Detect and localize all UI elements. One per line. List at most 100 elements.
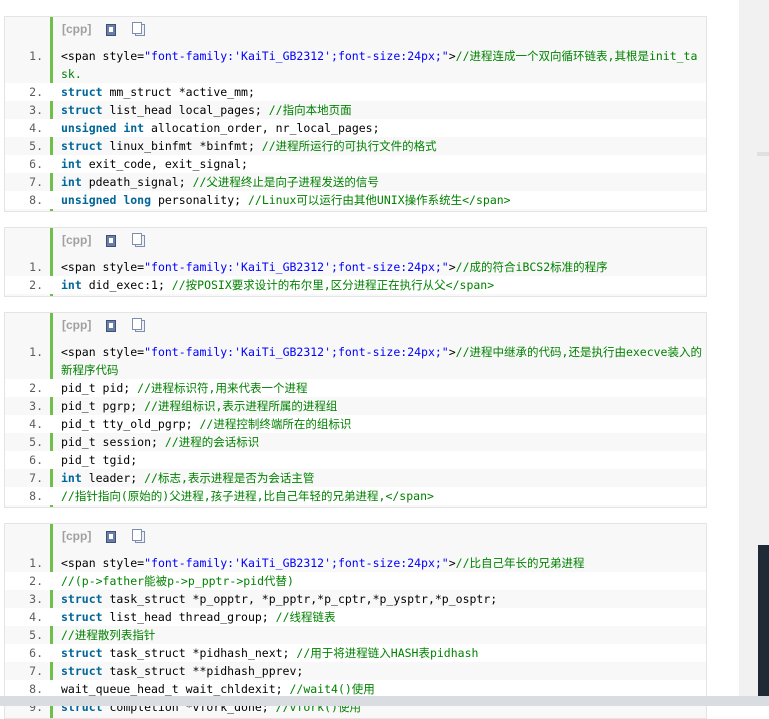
line-number: 5. <box>29 435 43 449</box>
line-number: 4. <box>29 417 43 431</box>
code-lines: 1. <span style="font-family:'KaiTi_GB2312… <box>5 341 706 507</box>
code-line: 3. pid_t pgrp; //进程组标识,表示进程所属的进程组 <box>5 397 706 415</box>
code-line: 8. //指针指向(原始的)父进程,孩子进程,比自己年轻的兄弟进程,</span> <box>5 487 706 505</box>
code-block-2: [cpp] 1. <span style="font-family:'KaiTi_… <box>4 227 707 297</box>
code-line: 4. pid_t tty_old_pgrp; //进程控制终端所在的组标识 <box>5 415 706 433</box>
code-text: <span style="font-family:'KaiTi_GB2312';… <box>61 260 608 274</box>
line-number: 4. <box>29 121 43 135</box>
line-number: 4. <box>29 610 43 624</box>
copy-icon[interactable] <box>132 318 145 332</box>
code-toolbar: [cpp] <box>5 17 706 45</box>
code-text: unsigned int allocation_order, nr_local_… <box>61 121 380 135</box>
code-line: 1. <span style="font-family:'KaiTi_GB2312… <box>5 258 706 276</box>
code-text: int leader; //标志,表示进程是否为会话主管 <box>61 471 315 485</box>
code-text: //(p->father能被p->p_pptr->pid代替) <box>61 574 294 588</box>
line-number: 2. <box>29 85 43 99</box>
line-number: 5. <box>29 139 43 153</box>
line-number: 6. <box>29 646 43 660</box>
code-text: struct task_struct *p_opptr, *p_pptr,*p_… <box>61 592 498 606</box>
right-sidebar <box>739 0 769 706</box>
code-block-3: [cpp] 1. <span style="font-family:'KaiTi_… <box>4 312 707 508</box>
copy-icon[interactable] <box>132 22 145 36</box>
code-text: pid_t pid; //进程标识符,用来代表一个进程 <box>61 381 308 395</box>
line-number: 3. <box>29 399 43 413</box>
line-number: 8. <box>29 489 43 503</box>
line-number: 7. <box>29 175 43 189</box>
code-line: 3. struct task_struct *p_opptr, *p_pptr,*… <box>5 590 706 608</box>
line-number: 3. <box>29 592 43 606</box>
line-number: 1. <box>29 49 43 63</box>
code-line: 6. int exit_code, exit_signal; <box>5 155 706 173</box>
line-number: 3. <box>29 103 43 117</box>
line-number: 7. <box>29 471 43 485</box>
code-text: struct linux_binfmt *binfmt; //进程所运行的可执行… <box>61 139 437 153</box>
code-text: int pdeath_signal; //父进程终止是向子进程发送的信号 <box>61 175 379 189</box>
line-number: 5. <box>29 628 43 642</box>
code-toolbar: [cpp] <box>5 524 706 552</box>
code-line: 6. struct task_struct *pidhash_next; //用于… <box>5 644 706 662</box>
code-toolbar: [cpp] <box>5 228 706 256</box>
line-number: 7. <box>29 664 43 678</box>
line-number: 1. <box>29 556 43 570</box>
code-text: int exit_code, exit_signal; <box>61 157 248 171</box>
line-number: 6. <box>29 453 43 467</box>
code-text: struct list_head local_pages; //指向本地页面 <box>61 103 352 117</box>
code-text: unsigned long personality; //Linux可以运行由其… <box>61 193 511 207</box>
code-line: 2. int did_exec:1; //按POSIX要求设计的布尔里,区分进程正… <box>5 276 706 294</box>
code-block-1: [cpp] 1. <span style="font-family:'KaiTi_… <box>4 16 707 212</box>
line-number: 2. <box>29 574 43 588</box>
code-block-4: [cpp] 1. <span style="font-family:'KaiTi_… <box>4 523 707 719</box>
code-line: 2. //(p->father能被p->p_pptr->pid代替) <box>5 572 706 590</box>
code-line: 3. struct list_head local_pages; //指向本地页面 <box>5 101 706 119</box>
code-lines: 1. <span style="font-family:'KaiTi_GB2312… <box>5 552 706 718</box>
language-label: [cpp] <box>62 22 92 36</box>
code-line: 5. struct linux_binfmt *binfmt; //进程所运行的可… <box>5 137 706 155</box>
sidebar-widget[interactable] <box>758 545 769 700</box>
copy-icon[interactable] <box>132 233 145 247</box>
line-number: 8. <box>29 193 43 207</box>
code-toolbar: [cpp] <box>5 313 706 341</box>
code-line: 6. pid_t tgid; <box>5 451 706 469</box>
code-line: 1. <span style="font-family:'KaiTi_GB2312… <box>5 47 706 83</box>
code-text: pid_t pgrp; //进程组标识,表示进程所属的进程组 <box>61 399 338 413</box>
code-line: 7. struct task_struct **pidhash_pprev; <box>5 662 706 680</box>
code-text: struct task_struct *pidhash_next; //用于将进… <box>61 646 479 660</box>
line-number: 1. <box>29 345 43 359</box>
code-text: <span style="font-family:'KaiTi_GB2312';… <box>61 49 698 81</box>
language-label: [cpp] <box>62 318 92 332</box>
code-text: pid_t session; //进程的会话标识 <box>61 435 260 449</box>
code-text: struct mm_struct *active_mm; <box>61 85 255 99</box>
code-line: 1. <span style="font-family:'KaiTi_GB2312… <box>5 343 706 379</box>
code-text: <span style="font-family:'KaiTi_GB2312';… <box>61 345 702 377</box>
code-lines: 1. <span style="font-family:'KaiTi_GB2312… <box>5 45 706 211</box>
code-text: pid_t tgid; <box>61 453 138 467</box>
line-number: 2. <box>29 278 43 292</box>
view-plain-icon[interactable] <box>106 320 116 332</box>
code-line: 4. struct list_head thread_group; //线程链表 <box>5 608 706 626</box>
view-plain-icon[interactable] <box>106 24 116 36</box>
line-number: 2. <box>29 381 43 395</box>
language-label: [cpp] <box>62 233 92 247</box>
copy-icon[interactable] <box>132 529 145 543</box>
code-text: //进程散列表指针 <box>61 628 156 642</box>
code-lines: 1. <span style="font-family:'KaiTi_GB2312… <box>5 256 706 296</box>
code-line: 2. pid_t pid; //进程标识符,用来代表一个进程 <box>5 379 706 397</box>
language-label: [cpp] <box>62 529 92 543</box>
code-line: 5. //进程散列表指针 <box>5 626 706 644</box>
code-text: pid_t tty_old_pgrp; //进程控制终端所在的组标识 <box>61 417 352 431</box>
code-line: 1. <span style="font-family:'KaiTi_GB2312… <box>5 554 706 572</box>
line-number: 6. <box>29 157 43 171</box>
code-text: <span style="font-family:'KaiTi_GB2312';… <box>61 556 585 570</box>
sidebar-divider <box>757 152 769 156</box>
view-plain-icon[interactable] <box>106 531 116 543</box>
code-text: struct list_head thread_group; //线程链表 <box>61 610 336 624</box>
view-plain-icon[interactable] <box>106 235 116 247</box>
code-line: 7. int leader; //标志,表示进程是否为会话主管 <box>5 469 706 487</box>
code-line: 2. struct mm_struct *active_mm; <box>5 83 706 101</box>
code-line: 4. unsigned int allocation_order, nr_loca… <box>5 119 706 137</box>
code-line: 8. unsigned long personality; //Linux可以运行… <box>5 191 706 209</box>
code-line: 5. pid_t session; //进程的会话标识 <box>5 433 706 451</box>
code-text: struct task_struct **pidhash_pprev; <box>61 664 304 678</box>
bottom-bar <box>0 696 769 706</box>
code-line: 7. int pdeath_signal; //父进程终止是向子进程发送的信号 <box>5 173 706 191</box>
